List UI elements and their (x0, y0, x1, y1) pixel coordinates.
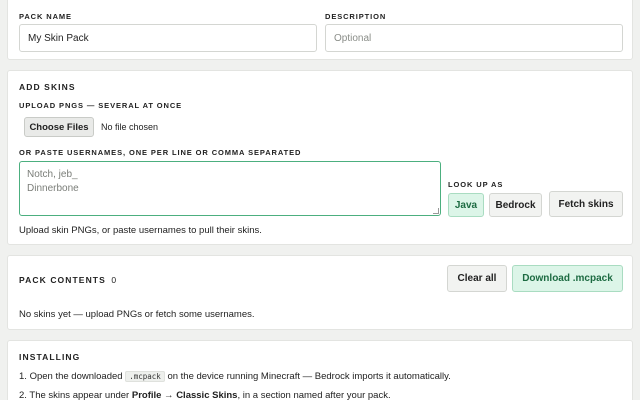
paste-usernames-label: OR PASTE USERNAMES, ONE PER LINE OR COMM… (19, 148, 302, 157)
clear-all-button[interactable]: Clear all (447, 265, 507, 292)
upload-label: UPLOAD PNGS — SEVERAL AT ONCE (19, 101, 183, 110)
pack-contents-count: 0 (111, 275, 118, 285)
install-step-2-pre: The skins appear under (29, 390, 130, 400)
choose-files-button[interactable]: Choose Files (24, 117, 94, 137)
pack-contents-heading: PACK CONTENTS 0 (19, 275, 117, 285)
install-step-2: 2. The skins appear under Profile → Clas… (19, 390, 391, 400)
mcpack-code: .mcpack (125, 371, 165, 382)
description-label: DESCRIPTION (325, 12, 387, 21)
download-mcpack-button[interactable]: Download .mcpack (512, 265, 623, 292)
profile-classic-skins: Profile → Classic Skins (131, 390, 238, 400)
pack-info-card: PACK NAME DESCRIPTION (7, 0, 633, 60)
no-file-chosen-text: No file chosen (101, 122, 159, 132)
installing-card: INSTALLING 1. Open the downloaded .mcpac… (7, 340, 633, 400)
install-step-1-post: on the device running Minecraft — Bedroc… (167, 371, 451, 382)
install-step-1: 1. Open the downloaded .mcpack on the de… (19, 371, 451, 382)
pack-name-label: PACK NAME (19, 12, 72, 21)
install-step-1-pre: Open the downloaded (29, 371, 123, 382)
install-step-2-number: 2. (19, 390, 27, 400)
add-skins-card: ADD SKINS UPLOAD PNGS — SEVERAL AT ONCE … (7, 70, 633, 245)
install-step-1-number: 1. (19, 371, 27, 382)
description-input[interactable] (325, 24, 623, 52)
add-skins-heading: ADD SKINS (19, 82, 76, 92)
resize-grip-icon[interactable] (433, 208, 439, 214)
empty-contents-text: No skins yet — upload PNGs or fetch some… (19, 309, 255, 320)
bedrock-toggle-button[interactable]: Bedrock (489, 193, 542, 217)
pack-contents-title: PACK CONTENTS (19, 275, 106, 285)
usernames-textarea[interactable] (19, 161, 441, 216)
fetch-skins-button[interactable]: Fetch skins (549, 191, 623, 217)
pack-name-input[interactable] (19, 24, 317, 52)
pack-contents-card: PACK CONTENTS 0 Clear all Download .mcpa… (7, 255, 633, 330)
installing-heading: INSTALLING (19, 352, 81, 362)
add-skins-hint: Upload skin PNGs, or paste usernames to … (19, 225, 262, 236)
java-toggle-button[interactable]: Java (448, 193, 484, 217)
install-step-2-post: , in a section named after your pack. (237, 390, 391, 400)
look-up-as-label: LOOK UP AS (448, 180, 504, 189)
